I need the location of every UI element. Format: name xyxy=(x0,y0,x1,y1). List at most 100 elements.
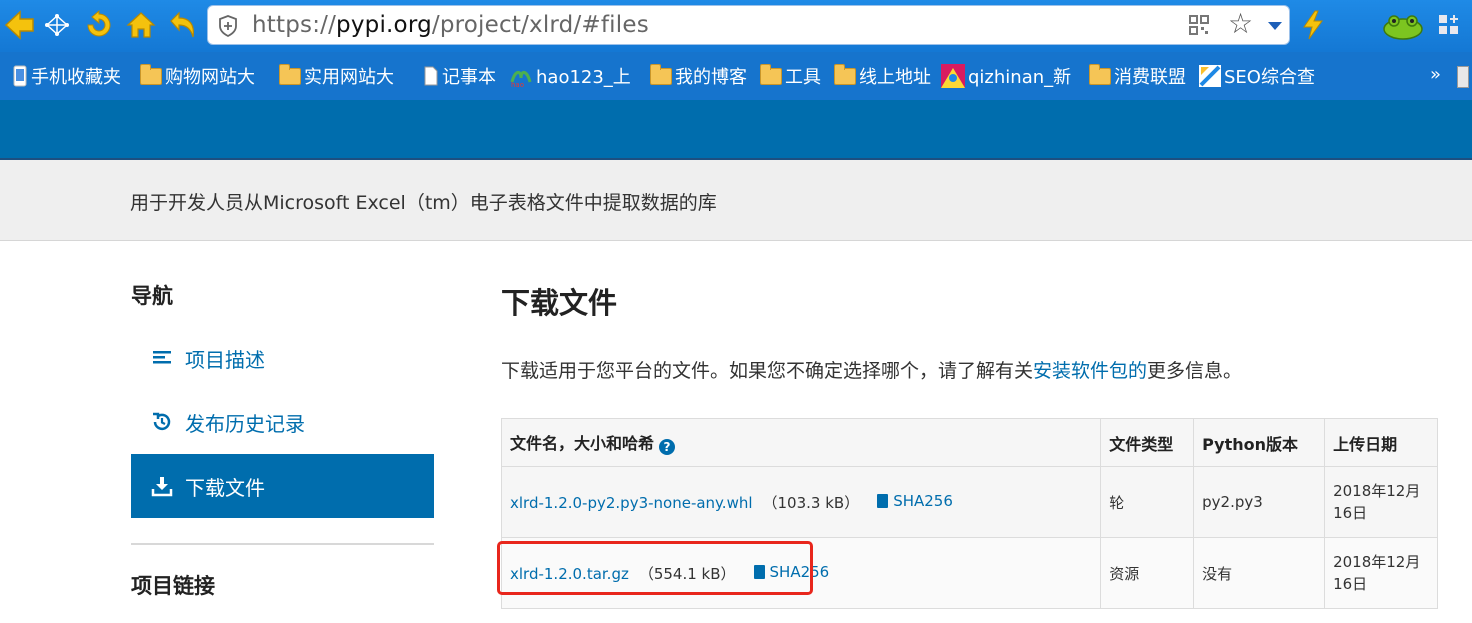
bookmark-label: 记事本 xyxy=(442,67,496,88)
python-version: 没有 xyxy=(1193,537,1326,609)
bookmark-label: qizhinan_新 xyxy=(968,67,1072,88)
bookmark-label: 购物网站大 xyxy=(165,67,255,88)
bookmark-item[interactable]: 实用网站大 xyxy=(279,63,394,88)
page-description: 下载适用于您平台的文件。如果您不确定选择哪个，请了解有关安装软件包的更多信息。 xyxy=(501,356,1242,383)
url-path: /project/xlrd/#files xyxy=(431,12,649,38)
bookmark-label: SEO综合查 xyxy=(1224,67,1315,88)
file-size: （103.3 kB） xyxy=(762,493,860,512)
bookmark-label: 工具 xyxy=(785,67,821,88)
address-bar[interactable]: https://pypi.org/project/xlrd/#files ☆ xyxy=(207,5,1290,45)
bookmark-item[interactable]: 线上地址 xyxy=(834,63,931,88)
home-icon[interactable] xyxy=(124,8,158,42)
header-filename: 文件名，大小和哈希? xyxy=(500,418,1102,467)
sidebar-item-download-files[interactable]: 下载文件 xyxy=(131,454,434,518)
folder-icon xyxy=(1089,63,1111,85)
bookmark-label: 实用网站大 xyxy=(304,67,394,88)
bookmark-label: 线上地址 xyxy=(859,67,931,88)
file-cell: xlrd-1.2.0-py2.py3-none-any.whl （103.3 kB… xyxy=(500,466,1102,538)
upload-date: 2018年12月 16日 xyxy=(1324,466,1438,538)
file-type: 资源 xyxy=(1100,537,1195,609)
bookmark-label: hao123_上 xyxy=(536,67,631,88)
bookmark-item[interactable]: 工具 xyxy=(760,63,821,88)
bookmark-item[interactable]: 消费联盟 xyxy=(1089,63,1186,88)
files-table: 文件名，大小和哈希? 文件类型 Python版本 上传日期 xlrd-1.2.0… xyxy=(500,418,1438,609)
bookmark-item[interactable]: 购物网站大 xyxy=(140,63,255,88)
upload-date-line1: 2018年12月 xyxy=(1333,482,1421,500)
bookmark-item[interactable]: hao hao123_上 xyxy=(509,64,631,88)
hao123-icon: hao xyxy=(509,64,533,88)
sidebar-item-label: 项目描述 xyxy=(185,347,265,372)
folder-icon xyxy=(140,63,162,85)
bookmarks-bar: 手机收藏夹 购物网站大 实用网站大 记事本 hao hao123_上 我的博客 … xyxy=(0,52,1472,100)
bookmark-label: 手机收藏夹 xyxy=(31,67,121,88)
pypi-header xyxy=(0,100,1472,158)
folder-icon xyxy=(279,63,301,85)
shield-icon[interactable] xyxy=(218,15,238,41)
download-icon xyxy=(151,475,173,497)
sidebar-divider xyxy=(131,543,434,545)
bookmark-label: 消费联盟 xyxy=(1114,67,1186,88)
browser-toolbar: https://pypi.org/project/xlrd/#files ☆ xyxy=(0,0,1472,52)
package-summary-bar: 用于开发人员从Microsoft Excel（tm）电子表格文件中提取数据的库 xyxy=(0,160,1472,241)
seo-icon xyxy=(1199,65,1221,87)
svg-text:hao: hao xyxy=(511,81,524,88)
undo-icon[interactable] xyxy=(166,8,200,42)
refresh-icon[interactable] xyxy=(82,8,116,42)
sha256-link[interactable]: SHA256 xyxy=(873,492,953,513)
url-text[interactable]: https://pypi.org/project/xlrd/#files xyxy=(252,12,649,38)
page-title: 下载文件 xyxy=(501,286,618,320)
grid-icon[interactable] xyxy=(1434,8,1464,42)
bookmark-item[interactable]: SEO综合查 xyxy=(1199,64,1315,88)
bookmark-item[interactable]: 手机收藏夹 xyxy=(12,64,121,88)
description-text-end: 更多信息。 xyxy=(1147,360,1243,382)
history-icon xyxy=(151,411,173,433)
table-row: xlrd-1.2.0.tar.gz （554.1 kB） SHA256 资源 没有 … xyxy=(500,537,1438,609)
file-type: 轮 xyxy=(1100,466,1195,538)
upload-date-line2: 16日 xyxy=(1333,575,1368,593)
header-python-version: Python版本 xyxy=(1193,418,1326,467)
header-file-type: 文件类型 xyxy=(1100,418,1195,467)
copy-icon xyxy=(749,564,765,584)
table-row: xlrd-1.2.0-py2.py3-none-any.whl （103.3 kB… xyxy=(500,466,1438,538)
install-packages-link[interactable]: 安装软件包的 xyxy=(1033,360,1147,382)
bookmarks-scroll-handle[interactable] xyxy=(1457,66,1469,88)
bookmarks-more-button[interactable]: » xyxy=(1430,64,1441,85)
bookmark-label: 我的博客 xyxy=(675,67,747,88)
python-version: py2.py3 xyxy=(1193,466,1326,538)
copy-icon xyxy=(873,493,889,513)
back-icon[interactable] xyxy=(2,8,36,42)
file-link[interactable]: xlrd-1.2.0-py2.py3-none-any.whl xyxy=(510,494,753,512)
description-text: 下载适用于您平台的文件。如果您不确定选择哪个，请了解有关 xyxy=(501,360,1034,382)
upload-date-line2: 16日 xyxy=(1333,504,1368,522)
chevron-down-icon[interactable] xyxy=(1268,22,1282,30)
sidebar-title: 导航 xyxy=(131,284,173,308)
help-icon[interactable]: ? xyxy=(659,439,676,455)
sidebar-item-label: 发布历史记录 xyxy=(185,411,305,436)
list-icon xyxy=(151,349,173,367)
sidebar-links-title: 项目链接 xyxy=(131,574,215,598)
sidebar-item-label: 下载文件 xyxy=(185,475,265,500)
table-header-row: 文件名，大小和哈希? 文件类型 Python版本 上传日期 xyxy=(500,418,1438,467)
network-icon[interactable] xyxy=(40,8,74,42)
upload-date: 2018年12月 16日 xyxy=(1324,537,1438,609)
header-upload-date: 上传日期 xyxy=(1324,418,1438,467)
bookmark-item[interactable]: qizhinan_新 xyxy=(941,64,1071,88)
folder-icon xyxy=(834,63,856,85)
file-link[interactable]: xlrd-1.2.0.tar.gz xyxy=(510,565,629,583)
qr-code-icon[interactable] xyxy=(1188,14,1210,40)
frog-icon[interactable] xyxy=(1380,8,1426,42)
sidebar-item-description[interactable]: 项目描述 xyxy=(131,326,434,390)
sidebar-item-history[interactable]: 发布历史记录 xyxy=(131,390,434,454)
lightning-icon[interactable] xyxy=(1296,8,1330,42)
folder-icon xyxy=(760,63,782,85)
bookmark-item[interactable]: 我的博客 xyxy=(650,63,747,88)
bookmark-item[interactable]: 记事本 xyxy=(423,64,496,88)
url-prefix: https:// xyxy=(252,12,337,38)
sha256-link[interactable]: SHA256 xyxy=(749,562,830,584)
header-filename-label: 文件名，大小和哈希 xyxy=(510,434,655,453)
sha256-label: SHA256 xyxy=(769,562,830,581)
star-icon[interactable]: ☆ xyxy=(1228,10,1253,38)
package-summary: 用于开发人员从Microsoft Excel（tm）电子表格文件中提取数据的库 xyxy=(130,192,717,214)
document-icon xyxy=(423,66,439,86)
upload-date-line1: 2018年12月 xyxy=(1333,553,1421,571)
